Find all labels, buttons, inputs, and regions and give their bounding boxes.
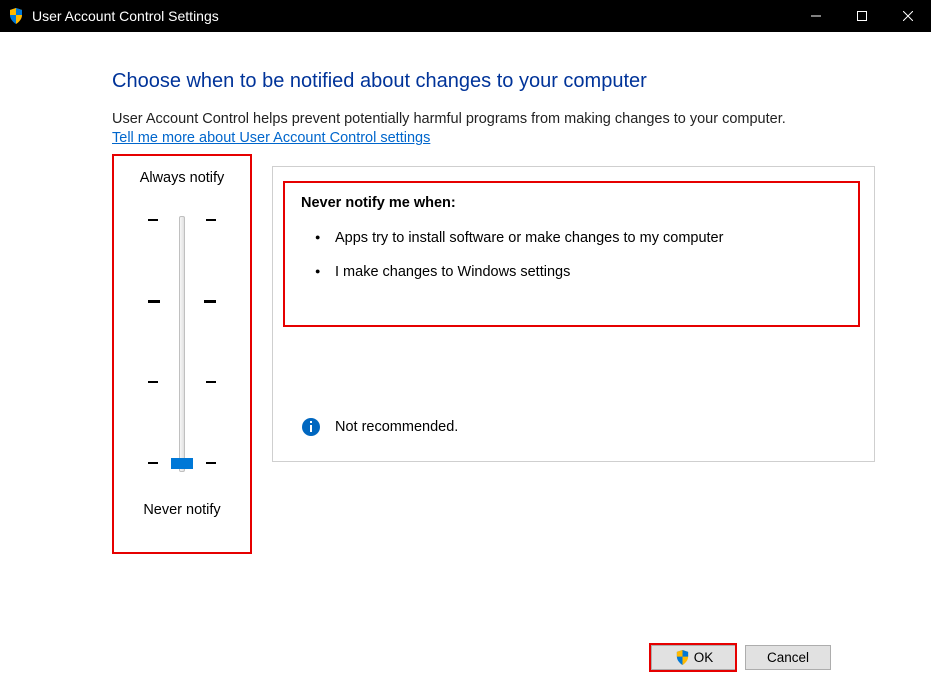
notification-slider[interactable] — [112, 216, 252, 472]
learn-more-link[interactable]: Tell me more about User Account Control … — [112, 130, 430, 146]
titlebar: User Account Control Settings — [0, 0, 931, 32]
client-area: Choose when to be notified about changes… — [0, 32, 931, 686]
list-item: Apps try to install software or make cha… — [319, 229, 846, 249]
shield-icon — [8, 8, 24, 24]
description-panel: Never notify me when: Apps try to instal… — [272, 166, 875, 462]
window-title: User Account Control Settings — [32, 8, 219, 24]
slider-tick-row — [112, 300, 252, 303]
description-heading: Never notify me when: — [301, 195, 846, 211]
shield-icon — [675, 650, 690, 665]
cancel-button-label: Cancel — [767, 650, 809, 665]
close-button[interactable] — [885, 0, 931, 32]
list-item: I make changes to Windows settings — [319, 263, 846, 283]
maximize-button[interactable] — [839, 0, 885, 32]
status-text: Not recommended. — [335, 419, 458, 435]
page-heading: Choose when to be notified about changes… — [112, 70, 875, 93]
slider-tick-row — [112, 381, 252, 383]
intro-text: User Account Control helps prevent poten… — [112, 111, 875, 127]
cancel-button[interactable]: Cancel — [745, 645, 831, 670]
ok-button[interactable]: OK — [651, 645, 737, 670]
info-icon — [301, 417, 321, 437]
description-list: Apps try to install software or make cha… — [301, 229, 846, 282]
minimize-button[interactable] — [793, 0, 839, 32]
slider-thumb[interactable] — [171, 458, 193, 469]
footer: OK Cancel — [0, 637, 931, 678]
status-row: Not recommended. — [301, 417, 458, 437]
notification-slider-group: Always notify Never notify — [112, 166, 252, 518]
slider-tick-row — [112, 219, 252, 221]
ok-button-label: OK — [694, 650, 714, 665]
slider-label-top: Always notify — [112, 170, 252, 186]
slider-label-bottom: Never notify — [112, 502, 252, 518]
description-column: Never notify me when: Apps try to instal… — [272, 166, 875, 462]
slider-track — [179, 216, 185, 472]
